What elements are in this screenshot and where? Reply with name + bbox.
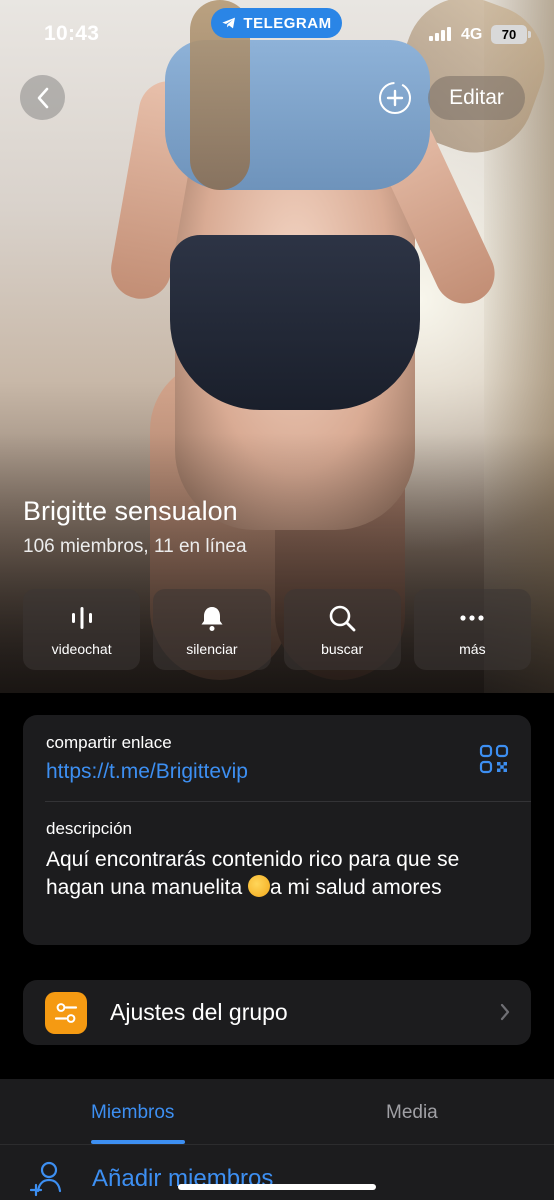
group-title: Brigitte sensualon [23,496,238,526]
more-icon [460,614,484,621]
description-part2: a mi salud amores [270,876,442,899]
group-settings-label: Ajustes del grupo [110,999,288,1025]
search-icon [329,605,356,631]
mute-label: silenciar [186,640,238,657]
description-text: Aquí encontrarás contenido rico para que… [46,846,506,902]
emoji-icon [248,875,270,897]
network-type: 4G [461,26,483,43]
group-member-count: 106 miembros, 11 en línea [23,536,247,557]
bell-icon [201,606,223,631]
divider [45,801,531,802]
group-settings-row[interactable]: Ajustes del grupo [23,980,531,1045]
home-indicator[interactable] [178,1184,376,1190]
share-link-label: compartir enlace [46,733,172,752]
telegram-pill-label: TELEGRAM [243,14,332,32]
qr-code-icon[interactable] [479,744,509,774]
members-media-section: Miembros Media Añadir miembros [0,1079,554,1200]
chevron-right-icon [500,1003,510,1021]
back-button[interactable] [20,75,65,120]
status-bar: 10:43 TELEGRAM 4G 70 [0,0,554,62]
telegram-icon [222,17,236,29]
telegram-pill[interactable]: TELEGRAM [211,8,342,38]
add-story-button[interactable] [376,79,414,117]
add-circle-icon [379,82,411,114]
chevron-left-icon [37,87,48,108]
search-label: buscar [321,640,364,657]
add-members-button[interactable]: Añadir miembros [30,1161,273,1197]
battery-icon: 70 [491,25,531,44]
more-label: más [459,640,486,657]
description-label: descripción [46,819,132,838]
videochat-label: videochat [51,640,112,657]
divider [0,1144,554,1145]
videochat-button[interactable]: videochat [23,589,141,670]
edit-button[interactable]: Editar [428,76,525,120]
more-button[interactable]: más [413,589,531,670]
share-link[interactable]: https://t.me/Brigittevip [46,760,248,784]
tab-members[interactable]: Miembros [91,1102,174,1124]
search-button[interactable]: buscar [283,589,401,670]
tab-media[interactable]: Media [386,1102,438,1124]
action-bar: videochat silenciar buscar más [23,589,531,670]
status-time: 10:43 [44,22,100,45]
settings-toggle-icon [45,992,87,1034]
info-card: compartir enlace https://t.me/Brigittevi… [23,715,531,945]
signal-icon [429,27,451,41]
add-user-icon [30,1161,62,1197]
videochat-icon [71,606,92,629]
mute-button[interactable]: silenciar [153,589,271,670]
